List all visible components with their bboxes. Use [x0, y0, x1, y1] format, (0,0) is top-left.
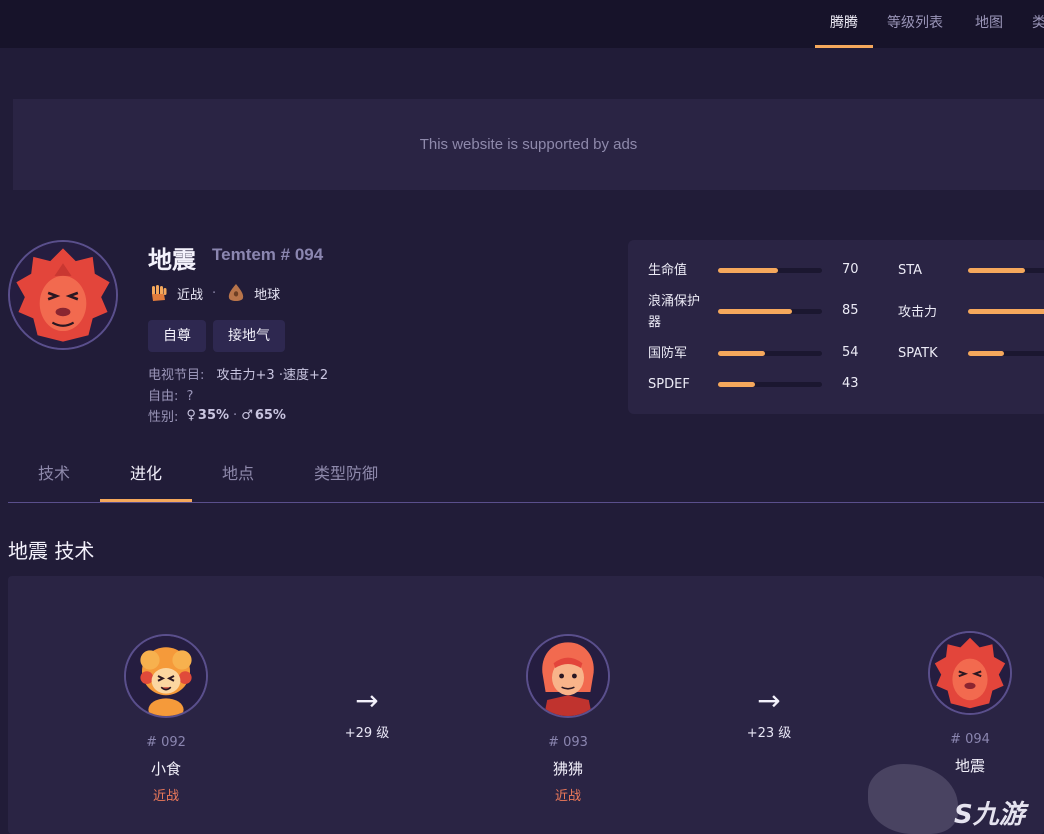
trait-button-grounded[interactable]: 接地气 — [213, 320, 285, 352]
stat-label-surge: 浪涌保护器 — [648, 294, 701, 330]
stat-value-spdef: 43 — [842, 376, 859, 391]
temtem-portrait — [8, 240, 118, 350]
stat-value-hp: 70 — [842, 262, 859, 277]
stat-fill-sta — [968, 268, 1026, 273]
ad-banner: This website is supported by ads — [13, 99, 1044, 190]
stat-fill-surge — [718, 309, 792, 314]
evo-portrait-092[interactable] — [124, 634, 208, 718]
tab-divider — [8, 502, 1044, 503]
evo-number-092: # 092 — [146, 735, 186, 750]
nav-tab-types[interactable]: 类 — [1032, 0, 1044, 48]
watermark-text: 九游 — [972, 800, 1025, 830]
female-icon: ♀ — [186, 408, 196, 423]
tab-techniques[interactable]: 技术 — [8, 462, 100, 502]
evo-type-093: 近战 — [554, 789, 581, 804]
stat-label-hp: 生命值 — [648, 263, 688, 278]
tab-locations[interactable]: 地点 — [192, 462, 284, 502]
gender-separator: · — [233, 408, 238, 423]
temtem-name: 地震 — [148, 246, 196, 274]
stat-fill-atk — [968, 309, 1044, 314]
evo-image-094 — [930, 633, 1010, 713]
nav-tab-tier-list[interactable]: 等级列表 — [887, 0, 943, 48]
free-label: 自由: — [148, 389, 179, 404]
temtem-number: Temtem # 094 — [212, 245, 324, 264]
evo-portrait-094[interactable] — [928, 631, 1012, 715]
female-percent: 35% — [197, 408, 230, 423]
type-earth[interactable]: 地球 — [254, 284, 280, 303]
tab-evolution[interactable]: 进化 — [100, 462, 192, 502]
stat-fill-hp — [718, 268, 779, 273]
tv-yield-label: 电视节目: — [148, 368, 205, 383]
type-melee[interactable]: 近战 — [177, 284, 203, 303]
stats-card: 生命值 70 浪涌保护器 85 国防军 54 SPDEF 43 STA 攻击力 … — [628, 240, 1044, 414]
nav-tab-temtem[interactable]: 腾腾 — [815, 0, 873, 48]
male-percent: 65% — [254, 408, 286, 423]
evo-number-094: # 094 — [950, 732, 990, 747]
stat-label-atk: 攻击力 — [898, 305, 938, 320]
tv-yield-line: 电视节目: 攻击力+3 ·速度+2 — [148, 364, 328, 383]
free-value: ? — [186, 389, 194, 404]
male-icon: ♂ — [241, 408, 253, 423]
nav-tab-map[interactable]: 地图 — [975, 0, 1003, 48]
evo-portrait-093[interactable] — [526, 634, 610, 718]
stat-fill-def — [718, 351, 765, 356]
tab-type-defense[interactable]: 类型防御 — [300, 462, 392, 502]
evo-number-093: # 093 — [548, 735, 588, 750]
evo-type-092: 近战 — [152, 789, 179, 804]
stat-label-spatk: SPATK — [898, 346, 938, 361]
stat-bar-hp — [718, 268, 822, 273]
evo-name-093[interactable]: 狒狒 — [508, 758, 628, 779]
stat-bar-def — [718, 351, 822, 356]
evo-arrow-icon: → — [757, 684, 781, 717]
evo-level-1: +29 级 — [344, 726, 390, 741]
top-navbar: 腾腾 等级列表 地图 类 — [0, 0, 1044, 48]
evo-level-2: +23 级 — [746, 726, 792, 741]
fist-icon — [148, 282, 170, 304]
temtem-portrait-image — [10, 242, 116, 348]
stat-bar-spdef — [718, 382, 822, 387]
type-row: 近战 · 地球 — [148, 282, 280, 304]
stat-value-def: 54 — [842, 345, 859, 360]
evo-arrow-icon: → — [355, 684, 379, 717]
evo-image-093 — [528, 636, 608, 716]
gender-label: 性别: — [148, 410, 179, 425]
evo-name-092[interactable]: 小食 — [106, 758, 226, 779]
stat-label-sta: STA — [898, 263, 923, 278]
stat-fill-spdef — [718, 382, 756, 387]
stat-bar-surge — [718, 309, 822, 314]
stat-bar-atk — [968, 309, 1044, 314]
free-line: 自由: ? — [148, 385, 193, 404]
stat-fill-spatk — [968, 351, 1005, 356]
stat-bar-sta — [968, 268, 1044, 273]
stat-value-surge: 85 — [842, 303, 859, 318]
earth-icon — [225, 282, 247, 304]
stat-label-spdef: SPDEF — [648, 377, 690, 392]
gender-line: 性别: ♀ 35% · ♂ 65% — [148, 406, 286, 425]
watermark-logo: S九游 — [954, 794, 1025, 831]
section-title: 地震 技术 — [8, 539, 95, 563]
watermark-s-icon: S — [954, 800, 973, 830]
stat-bar-spatk — [968, 351, 1044, 356]
type-separator: · — [212, 285, 217, 301]
trait-button-pride[interactable]: 自尊 — [148, 320, 206, 352]
stat-label-def: 国防军 — [648, 346, 688, 361]
tv-yield-value: 攻击力+3 ·速度+2 — [216, 368, 329, 383]
evo-image-092 — [126, 636, 206, 716]
